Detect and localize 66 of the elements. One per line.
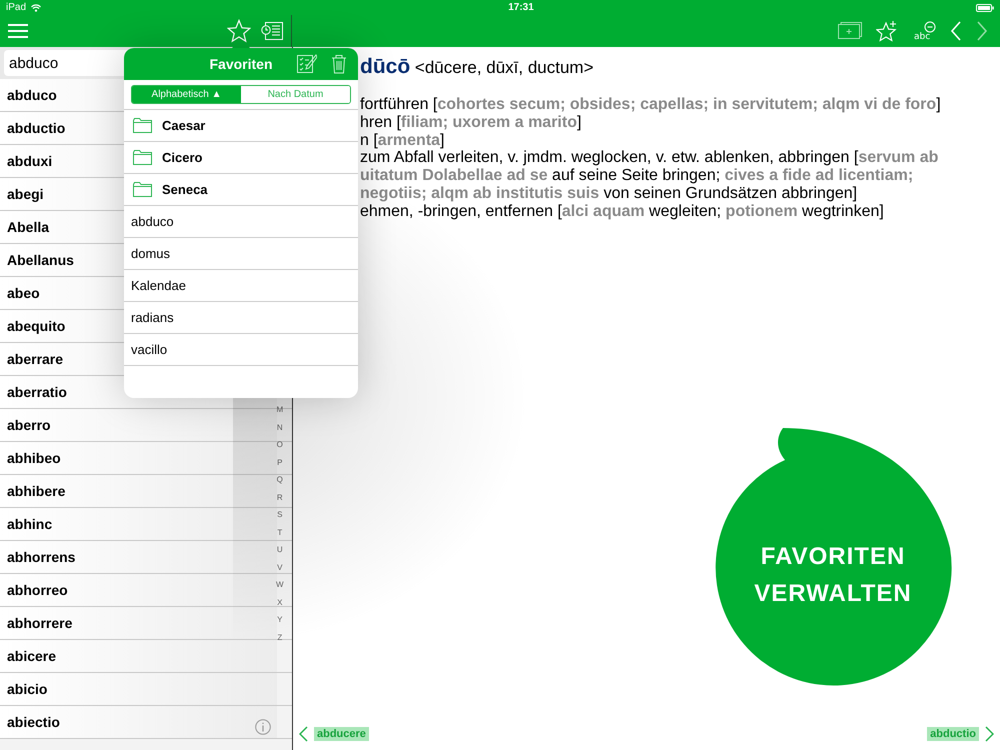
- definition-line: hren [filiam; uxorem a marito]: [360, 114, 582, 132]
- index-letter[interactable]: R: [276, 488, 284, 506]
- favorite-word[interactable]: vacillo: [124, 334, 358, 366]
- folder-label: Seneca: [162, 182, 208, 197]
- wifi-icon: [31, 4, 42, 12]
- word-list-item[interactable]: aberro: [0, 409, 277, 442]
- star-icon[interactable]: [227, 19, 251, 43]
- index-letter[interactable]: Y: [276, 611, 284, 628]
- word-list-item[interactable]: abicere: [0, 640, 277, 673]
- favorite-word[interactable]: abduco: [124, 206, 358, 238]
- favorite-word[interactable]: radians: [124, 302, 358, 334]
- folder-label: Cicero: [162, 150, 202, 165]
- index-letter[interactable]: Z: [276, 628, 284, 646]
- menu-icon[interactable]: [8, 24, 28, 38]
- history-list-icon[interactable]: [261, 22, 283, 40]
- definition-line: uitatum Dolabellae ad se auf seine Seite bringen; cives a fide ad licentiam;: [360, 167, 914, 185]
- device-name: iPad: [6, 2, 26, 13]
- definition-line: ehmen, -bringen, entfernen [alci aquam wegleiten; potionem wegtrinken]: [360, 202, 885, 221]
- index-letter[interactable]: T: [276, 524, 284, 541]
- word-list-item[interactable]: abhorreo: [0, 574, 277, 607]
- folder-icon: [133, 150, 152, 165]
- index-letter[interactable]: M: [276, 401, 284, 418]
- favorite-folder[interactable]: Seneca: [124, 174, 358, 206]
- previous-chevron-icon[interactable]: [299, 726, 308, 742]
- status-time: 17:31: [508, 2, 534, 13]
- index-letter[interactable]: W: [276, 576, 284, 594]
- folder-label: Caesar: [162, 118, 206, 133]
- headword: dūcō: [360, 55, 410, 78]
- favorite-folder[interactable]: Cicero: [124, 142, 358, 174]
- add-card-icon[interactable]: [838, 22, 862, 40]
- next-chevron-icon[interactable]: [985, 726, 994, 742]
- edit-list-icon[interactable]: [297, 54, 317, 74]
- index-letter[interactable]: X: [276, 594, 284, 611]
- folder-icon: [133, 118, 152, 133]
- principal-parts: <dūcere, dūxī, ductum>: [414, 58, 594, 77]
- index-letter[interactable]: O: [276, 436, 284, 454]
- word-list-item[interactable]: abhorrens: [0, 541, 277, 574]
- favorite-word[interactable]: Kalendae: [124, 270, 358, 302]
- tip-text: VERWALTEN: [753, 579, 913, 609]
- index-letter[interactable]: Q: [276, 471, 284, 488]
- index-letter[interactable]: P: [276, 454, 284, 471]
- index-letter[interactable]: N: [276, 418, 284, 436]
- definition-line: n [armenta]: [360, 132, 446, 150]
- favorite-word[interactable]: domus: [124, 238, 358, 270]
- word-list-item[interactable]: abhibere: [0, 475, 277, 508]
- word-list-item[interactable]: abhinc: [0, 508, 277, 541]
- battery-icon: [976, 4, 994, 12]
- index-letter[interactable]: V: [276, 558, 284, 576]
- forward-chevron-icon[interactable]: [976, 21, 988, 41]
- favorite-folder[interactable]: Caesar: [124, 110, 358, 142]
- folder-icon: [133, 182, 152, 197]
- popover-title: Favoriten: [209, 56, 272, 72]
- word-list-item[interactable]: abicio: [0, 673, 277, 706]
- definition-line: zum Abfall verleiten, v. jmdm. weglocken, v. etw. ablenken, abbringen [servum ab: [360, 149, 940, 168]
- definition-line: negotiis; alqm ab institutis suis von seinen Grundsätzen abbringen]: [360, 184, 858, 203]
- word-list-item[interactable]: abhibeo: [0, 442, 277, 475]
- info-icon[interactable]: [255, 719, 271, 735]
- definition-line: fortführen [cohortes secum; obsides; capellas; in servitutem; alqm vi de foro]: [360, 96, 942, 114]
- sort-tab[interactable]: Alphabetisch ▲: [132, 86, 241, 103]
- index-letter[interactable]: U: [276, 541, 284, 558]
- tip-text: FAVORITEN: [760, 542, 906, 572]
- word-list-item[interactable]: abiectio: [0, 706, 277, 739]
- trash-icon[interactable]: [331, 54, 347, 74]
- word-list-item[interactable]: abhorrere: [0, 607, 277, 640]
- back-chevron-icon[interactable]: [950, 21, 962, 41]
- index-letter[interactable]: S: [276, 506, 284, 524]
